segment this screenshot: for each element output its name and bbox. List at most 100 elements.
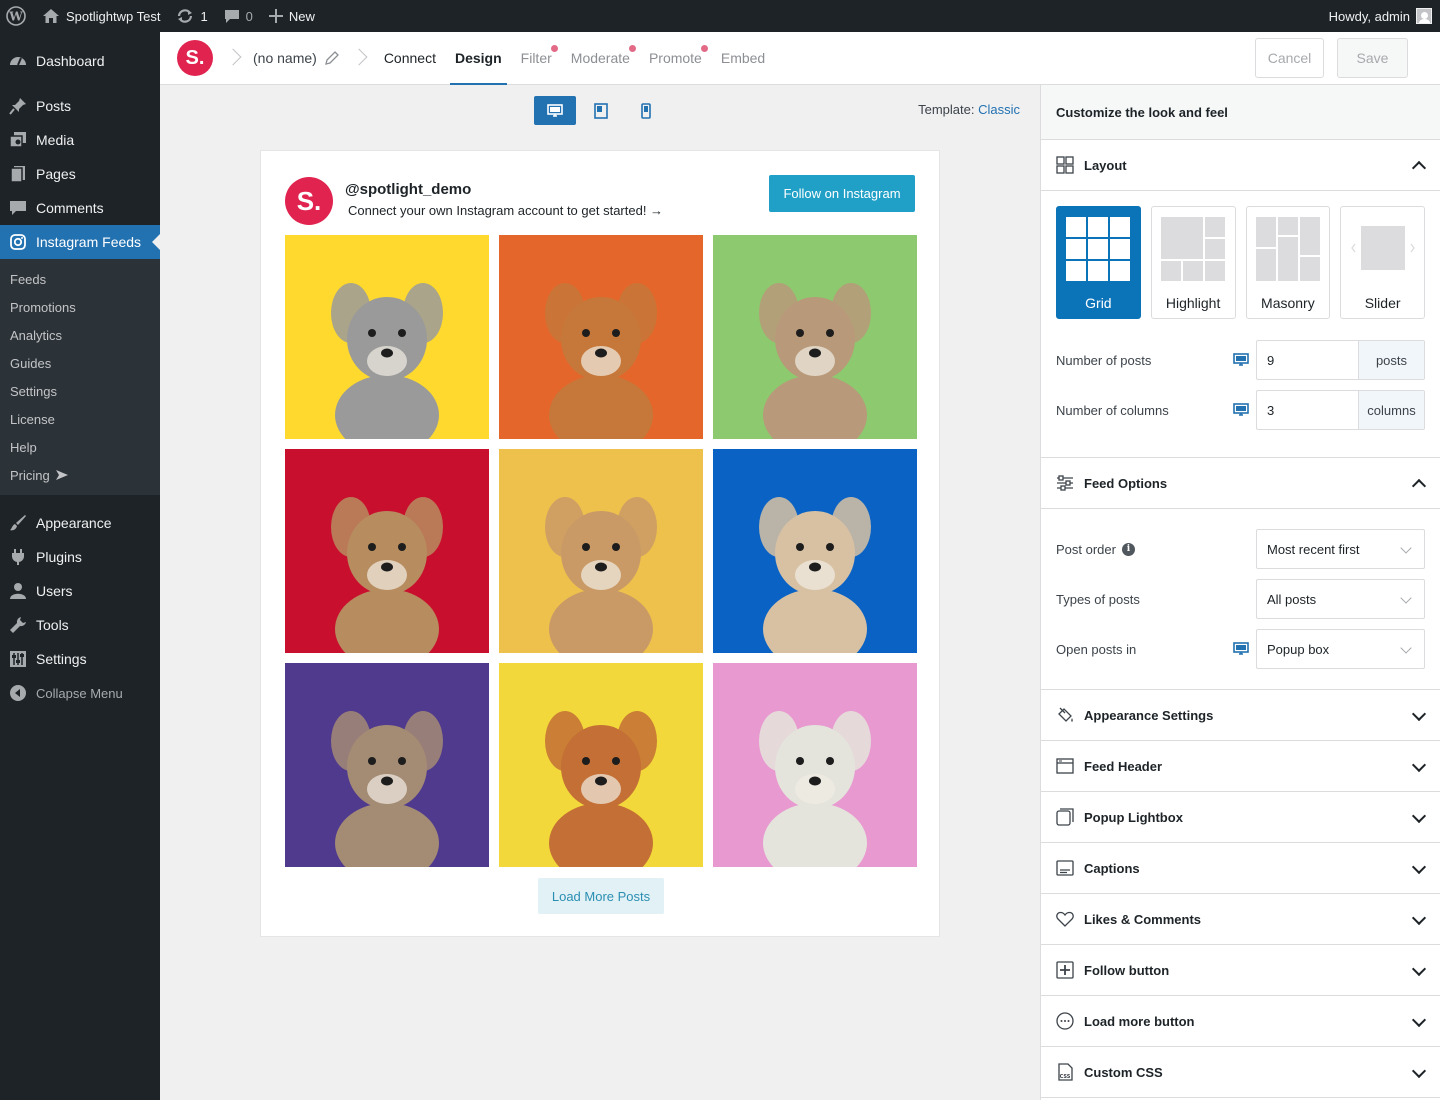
tab-filter[interactable]: Filter <box>516 32 558 85</box>
css-file-icon: CSS <box>1056 1063 1074 1081</box>
section-follow-button[interactable]: Follow button <box>1041 945 1440 996</box>
feed-post-1[interactable] <box>285 235 489 439</box>
chevron-down-icon <box>1411 1014 1425 1028</box>
open-posts-in-row: Open posts in Popup box <box>1041 624 1440 674</box>
pro-badge-dot <box>628 44 636 52</box>
feed-post-2[interactable] <box>499 235 703 439</box>
sidebar-item-appearance[interactable]: Appearance <box>0 506 160 540</box>
sidebar-item-dashboard[interactable]: Dashboard <box>0 44 160 78</box>
section-captions[interactable]: Captions <box>1041 843 1440 894</box>
feed-avatar[interactable]: S. <box>285 177 333 225</box>
submenu-item-promotions[interactable]: Promotions <box>0 293 160 321</box>
site-name: Spotlightwp Test <box>66 8 161 24</box>
sidebar-item-posts[interactable]: Posts <box>0 89 160 123</box>
feed-username[interactable]: @spotlight_demo <box>345 181 471 198</box>
account-menu[interactable]: Howdy, admin <box>1329 8 1440 24</box>
sidebar-item-settings[interactable]: Settings <box>0 642 160 676</box>
info-icon[interactable]: i <box>1121 542 1135 556</box>
feed-name-editor[interactable]: (no name) <box>253 50 339 66</box>
sidebar-item-instagram-feeds[interactable]: Instagram Feeds <box>0 225 160 259</box>
template-link[interactable]: Classic <box>978 102 1020 117</box>
open-posts-in-select[interactable]: Popup box <box>1256 629 1425 669</box>
admin-sidebar: Dashboard Posts Media Pages Comments Ins… <box>0 32 160 1100</box>
home-icon <box>43 9 59 23</box>
feed-post-5[interactable] <box>499 449 703 653</box>
collapse-icon <box>8 683 28 703</box>
types-of-posts-label: Types of posts <box>1056 591 1140 607</box>
comments-link[interactable]: 0 <box>216 0 261 32</box>
submenu-item-settings[interactable]: Settings <box>0 377 160 405</box>
section-feed-header[interactable]: Feed Header <box>1041 741 1440 792</box>
breadcrumb-separator-icon <box>353 48 365 68</box>
sidebar-item-comments[interactable]: Comments <box>0 191 160 225</box>
pin-icon <box>8 96 28 116</box>
sidebar-item-tools[interactable]: Tools <box>0 608 160 642</box>
dog-photo <box>713 663 917 867</box>
new-label: New <box>288 8 315 24</box>
admin-bar: W Spotlightwp Test 1 0 New Howdy, admin <box>0 0 1440 32</box>
desktop-icon[interactable] <box>1226 641 1256 657</box>
desktop-preview-toggle[interactable] <box>534 96 576 125</box>
layout-option-grid[interactable]: Grid <box>1056 206 1141 319</box>
highlight-layout-preview-icon <box>1161 217 1226 281</box>
load-more-button[interactable]: Load More Posts <box>538 878 664 914</box>
section-likes-comments[interactable]: Likes & Comments <box>1041 894 1440 945</box>
feed-post-7[interactable] <box>285 663 489 867</box>
phone-preview-toggle[interactable] <box>625 96 667 125</box>
desktop-icon[interactable] <box>1226 402 1256 418</box>
section-popup-lightbox[interactable]: Popup Lightbox <box>1041 792 1440 843</box>
new-content-link[interactable]: New <box>261 0 323 32</box>
submenu-item-pricing[interactable]: Pricing <box>0 461 160 489</box>
submenu-item-guides[interactable]: Guides <box>0 349 160 377</box>
section-appearance-settings[interactable]: Appearance Settings <box>1041 690 1440 741</box>
submenu-item-feeds[interactable]: Feeds <box>0 265 160 293</box>
feed-card: S. @spotlight_demo Connect your own Inst… <box>260 150 940 937</box>
layout-option-slider[interactable]: Slider <box>1340 206 1425 319</box>
site-name-link[interactable]: Spotlightwp Test <box>34 0 168 32</box>
editor-toolbar: S. (no name) Connect Design Filter Moder… <box>160 32 1440 86</box>
number-of-posts-input[interactable]: 9 posts <box>1256 340 1425 380</box>
tab-promote[interactable]: Promote <box>644 32 708 85</box>
section-custom-css[interactable]: CSS Custom CSS <box>1041 1047 1440 1098</box>
sliders-icon <box>8 649 28 669</box>
updates-link[interactable]: 1 <box>168 0 215 32</box>
section-feed-options-header[interactable]: Feed Options <box>1041 458 1440 509</box>
feed-post-9[interactable] <box>713 663 917 867</box>
section-layout-header[interactable]: Layout <box>1041 140 1440 191</box>
avatar <box>1416 8 1432 24</box>
chevron-up-icon <box>1411 158 1425 172</box>
submenu-item-analytics[interactable]: Analytics <box>0 321 160 349</box>
save-button[interactable]: Save <box>1337 38 1408 78</box>
greeting: Howdy, admin <box>1328 8 1410 24</box>
feed-post-6[interactable] <box>713 449 917 653</box>
types-of-posts-select[interactable]: All posts <box>1256 579 1425 619</box>
sidebar-item-users[interactable]: Users <box>0 574 160 608</box>
chevron-up-icon <box>1411 476 1425 490</box>
submenu-item-license[interactable]: License <box>0 405 160 433</box>
post-order-row: Post order i Most recent first <box>1041 524 1440 574</box>
feed-post-4[interactable] <box>285 449 489 653</box>
sidebar-item-pages[interactable]: Pages <box>0 157 160 191</box>
sidebar-item-media[interactable]: Media <box>0 123 160 157</box>
feed-post-8[interactable] <box>499 663 703 867</box>
tablet-preview-toggle[interactable] <box>580 96 622 125</box>
section-load-more-button[interactable]: Load more button <box>1041 996 1440 1047</box>
submenu-item-help[interactable]: Help <box>0 433 160 461</box>
open-posts-in-label: Open posts in <box>1056 641 1137 657</box>
post-order-select[interactable]: Most recent first <box>1256 529 1425 569</box>
number-of-columns-input[interactable]: 3 columns <box>1256 390 1425 430</box>
sidebar-item-plugins[interactable]: Plugins <box>0 540 160 574</box>
feed-post-3[interactable] <box>713 235 917 439</box>
wordpress-logo-icon[interactable]: W <box>0 0 34 32</box>
layout-option-masonry[interactable]: Masonry <box>1245 206 1331 319</box>
layout-option-highlight[interactable]: Highlight <box>1150 206 1236 319</box>
tab-moderate[interactable]: Moderate <box>566 32 636 85</box>
follow-on-instagram-button[interactable]: Follow on Instagram <box>769 175 915 212</box>
tab-design[interactable]: Design <box>449 32 507 86</box>
sidebar-item-collapse-menu[interactable]: Collapse Menu <box>0 676 160 710</box>
number-of-posts-row: Number of posts 9 posts <box>1041 335 1440 385</box>
cancel-button[interactable]: Cancel <box>1255 38 1324 78</box>
desktop-icon[interactable] <box>1226 352 1256 368</box>
tab-connect[interactable]: Connect <box>379 32 441 85</box>
tab-embed[interactable]: Embed <box>716 32 770 85</box>
